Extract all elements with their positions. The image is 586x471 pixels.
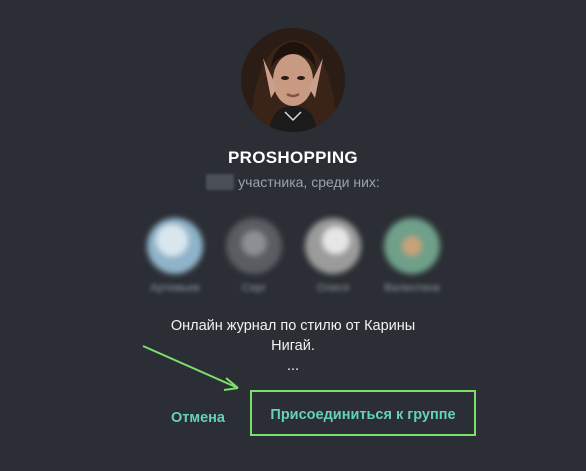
group-description: Онлайн журнал по стилю от Карины Нигай. … (140, 316, 446, 376)
member-avatar (226, 218, 282, 274)
description-line: Нигай. (271, 338, 315, 354)
member-item[interactable]: Серг (214, 218, 294, 294)
group-avatar-image (241, 28, 345, 132)
join-group-button[interactable]: Присоединиться к группе (250, 390, 476, 436)
member-name: Артемьев (150, 282, 200, 294)
join-group-dialog: PROSHOPPING участника, среди них: Артемь… (0, 0, 586, 471)
member-item[interactable]: Олеся (293, 218, 373, 294)
member-avatar (147, 218, 203, 274)
description-line: Онлайн журнал по стилю от Карины (170, 318, 416, 334)
members-count-line: участника, среди них: (0, 174, 586, 190)
member-avatar (305, 218, 361, 274)
members-preview: Артемьев Серг Олеся Валентина (0, 218, 586, 298)
member-name: Олеся (316, 282, 350, 294)
members-text: участника, среди них: (238, 174, 380, 190)
group-title: PROSHOPPING (228, 148, 358, 167)
member-avatar (384, 218, 440, 274)
member-name: Серг (241, 282, 267, 294)
member-item[interactable]: Артемьев (135, 218, 215, 294)
description-more: ... (286, 358, 300, 374)
cancel-button[interactable]: Отмена (160, 400, 236, 436)
member-item[interactable]: Валентина (372, 218, 452, 294)
group-avatar (241, 28, 345, 132)
member-name: Валентина (384, 282, 440, 294)
member-count-blurred (206, 174, 235, 190)
